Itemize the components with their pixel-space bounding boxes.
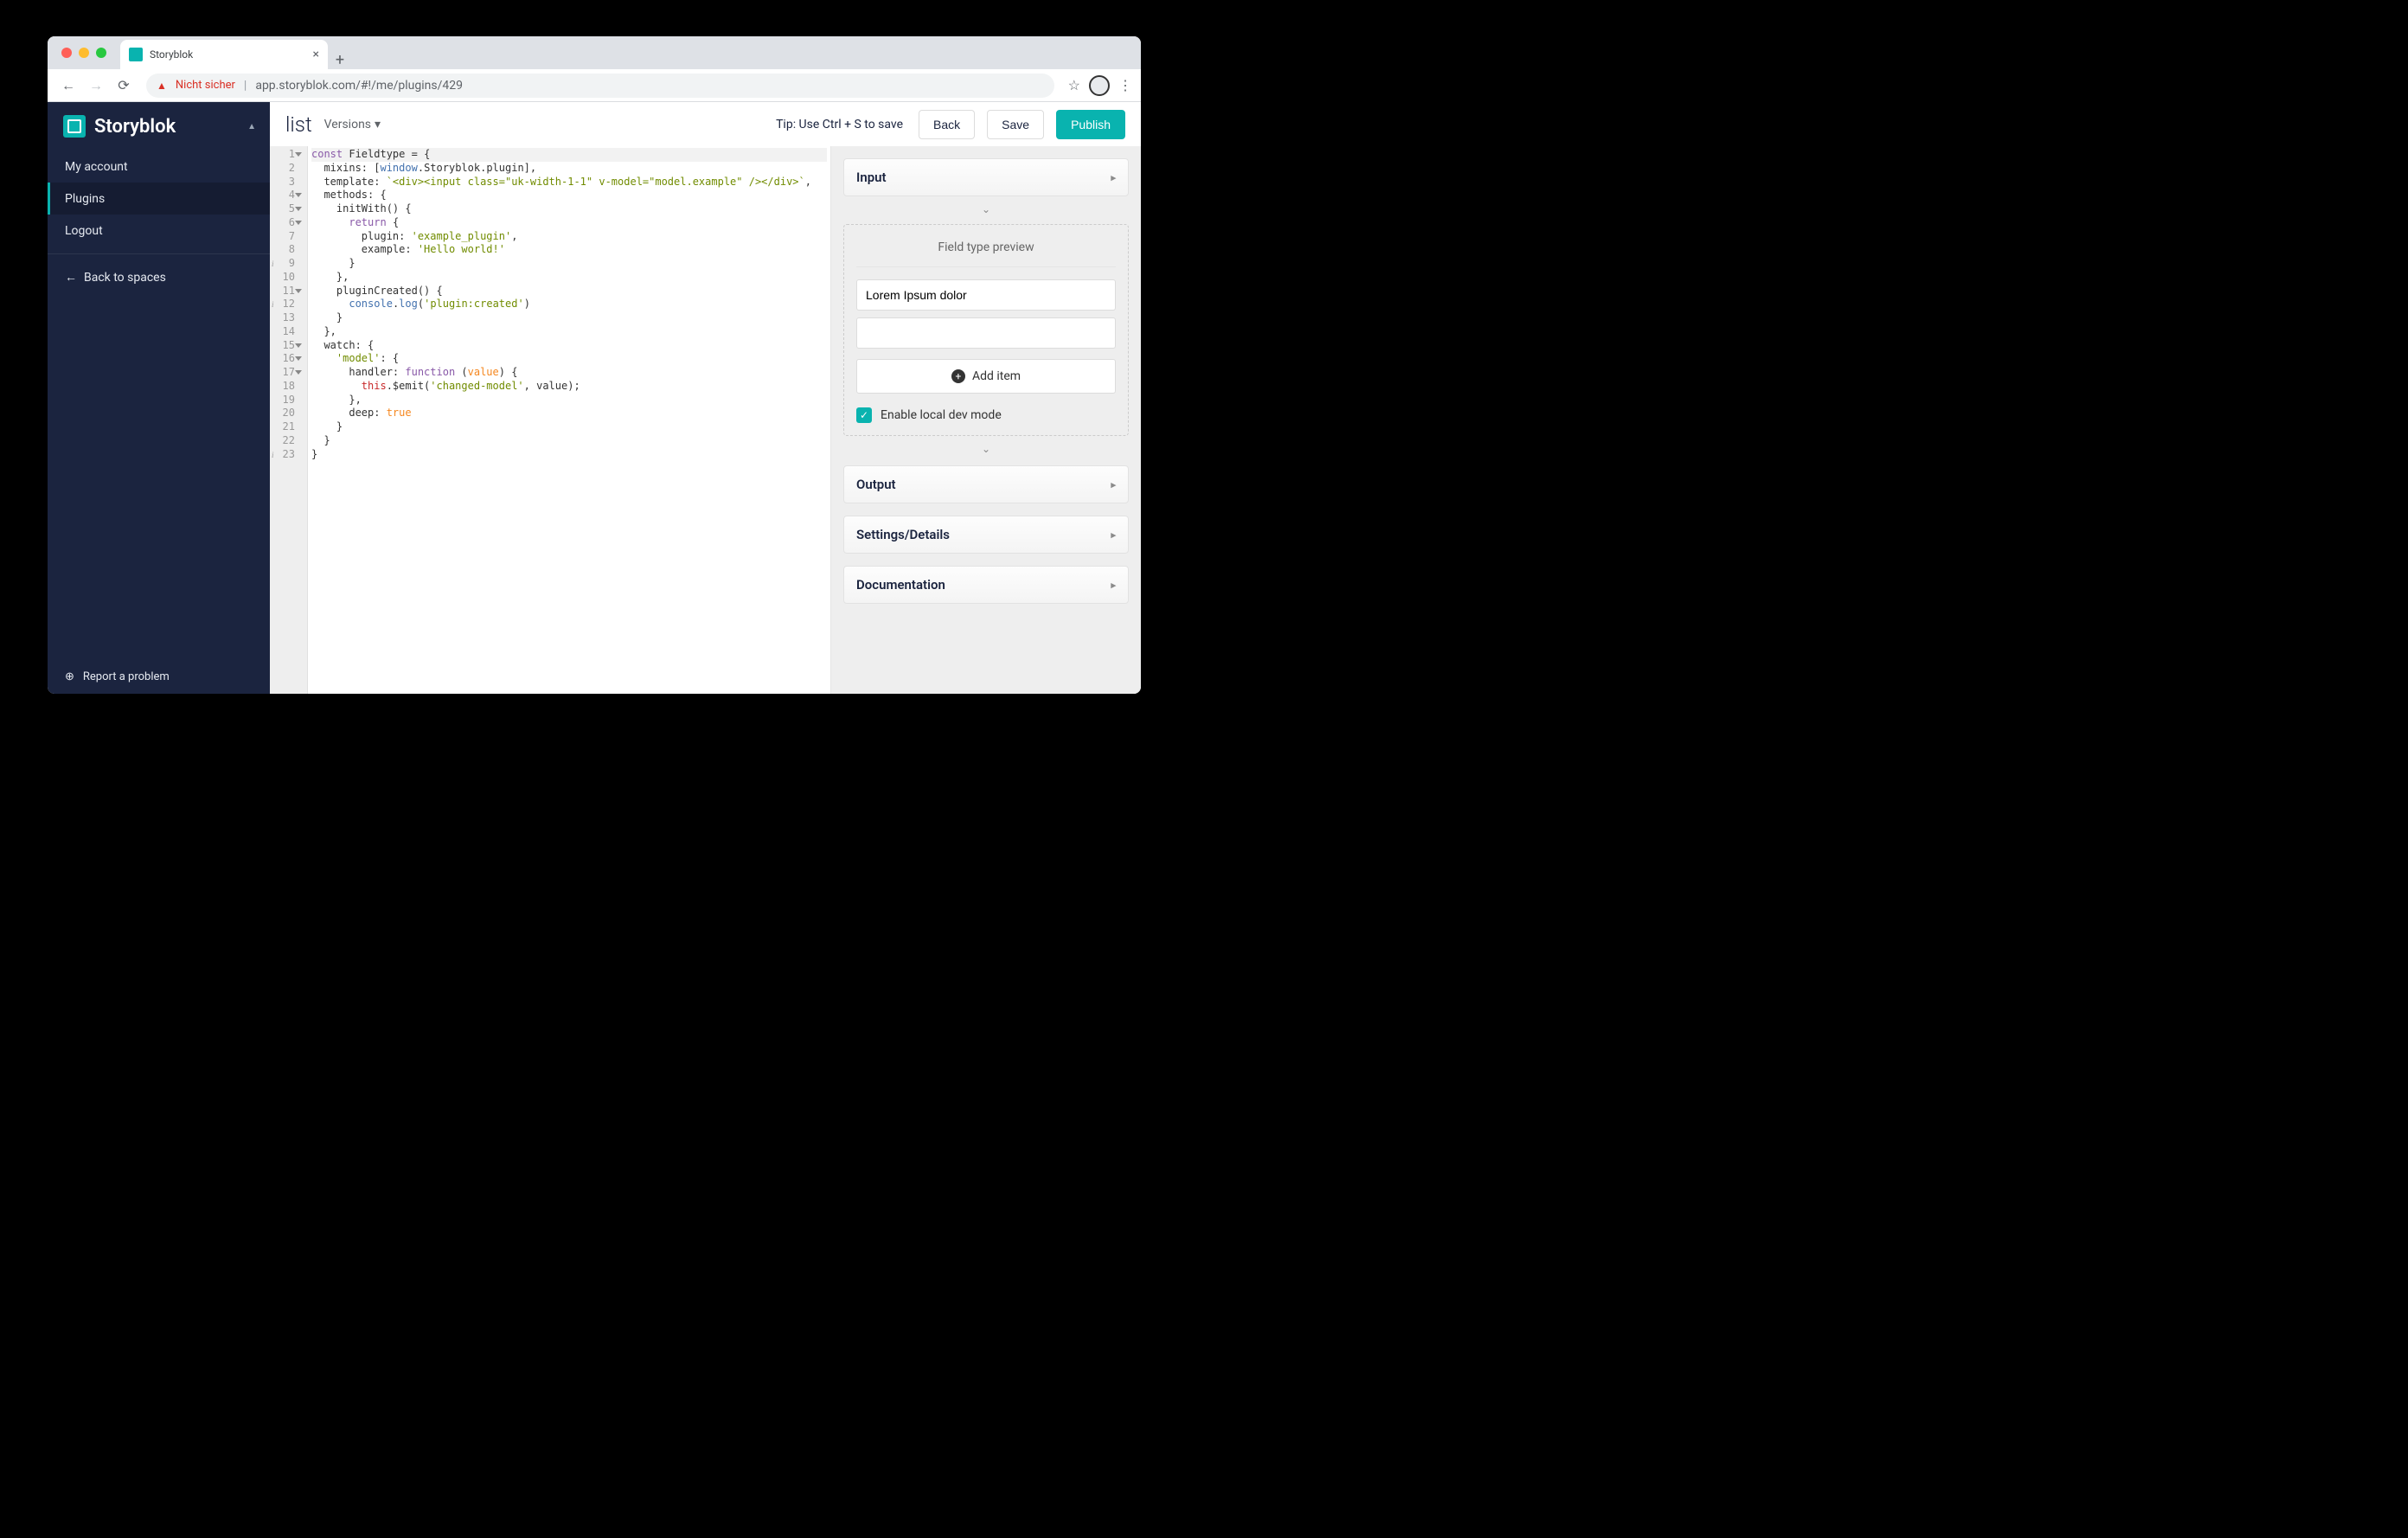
code-editor[interactable]: 123456789i101112i1314151617181920212223i…	[270, 146, 831, 694]
close-window-button[interactable]	[61, 48, 72, 58]
preview-title: Field type preview	[856, 240, 1116, 254]
collapse-preview-toggle[interactable]: ⌄	[843, 203, 1129, 215]
save-button[interactable]: Save	[987, 110, 1044, 139]
insecure-label: Nicht sicher	[176, 79, 235, 92]
bookmark-icon[interactable]: ☆	[1068, 77, 1080, 93]
globe-icon: ⊕	[65, 670, 74, 683]
back-label: Back to spaces	[84, 271, 166, 285]
new-tab-button[interactable]: +	[328, 51, 352, 69]
minimize-window-button[interactable]	[79, 48, 89, 58]
back-button[interactable]: ←	[56, 74, 80, 98]
sidebar-menu: My accountPluginsLogout	[48, 151, 270, 247]
sidebar: Storyblok ▲ My accountPluginsLogout ← Ba…	[48, 102, 270, 694]
docs-header-label: Documentation	[856, 577, 945, 593]
back-button[interactable]: Back	[919, 110, 975, 139]
tab-title: Storyblok	[150, 48, 193, 61]
preview-empty-input[interactable]	[856, 317, 1116, 349]
forward-button[interactable]: →	[84, 74, 108, 98]
output-accordion[interactable]: Output ▸	[843, 465, 1129, 503]
chevron-right-icon: ▸	[1111, 479, 1116, 490]
page-title: list	[285, 112, 312, 137]
sidebar-divider	[48, 253, 270, 254]
editor-code[interactable]: const Fieldtype = { mixins: [window.Stor…	[308, 146, 830, 694]
insecure-icon: ▲	[157, 80, 167, 92]
settings-accordion[interactable]: Settings/Details ▸	[843, 516, 1129, 554]
close-tab-button[interactable]: ×	[313, 48, 319, 61]
preview-divider	[856, 266, 1116, 267]
report-label: Report a problem	[83, 670, 170, 683]
browser-tab[interactable]: Storyblok ×	[120, 40, 328, 69]
versions-label: Versions	[324, 118, 371, 131]
kebab-menu-icon[interactable]: ⋮	[1118, 77, 1132, 93]
save-tip: Tip: Use Ctrl + S to save	[776, 118, 903, 131]
chevron-right-icon: ▸	[1111, 529, 1116, 541]
sidebar-item-plugins[interactable]: Plugins	[48, 183, 270, 215]
dev-mode-label: Enable local dev mode	[881, 408, 1002, 422]
brand-logo-icon	[63, 115, 86, 138]
chevron-right-icon: ▸	[1111, 172, 1116, 183]
reload-button[interactable]: ⟳	[112, 74, 136, 98]
topbar: list Versions ▾ Tip: Use Ctrl + S to sav…	[270, 102, 1141, 146]
collapse-lower-toggle[interactable]: ⌄	[843, 443, 1129, 455]
report-problem-link[interactable]: ⊕ Report a problem	[48, 659, 270, 694]
back-to-spaces-link[interactable]: ← Back to spaces	[48, 261, 270, 293]
collapse-sidebar-icon[interactable]: ▲	[247, 122, 256, 131]
dev-mode-checkbox[interactable]: ✓	[856, 407, 872, 423]
editor-gutter: 123456789i101112i1314151617181920212223i	[270, 146, 308, 694]
maximize-window-button[interactable]	[96, 48, 106, 58]
brand-logo[interactable]: Storyblok ▲	[48, 102, 270, 151]
output-header-label: Output	[856, 477, 896, 492]
arrow-left-icon: ←	[65, 270, 77, 285]
chevron-right-icon: ▸	[1111, 580, 1116, 591]
address-bar[interactable]: ▲ Nicht sicher | app.storyblok.com/#!/me…	[146, 74, 1054, 98]
add-item-button[interactable]: + Add item	[856, 359, 1116, 394]
sidebar-item-my-account[interactable]: My account	[48, 151, 270, 183]
field-type-preview: Field type preview + Add item ✓ Enable l…	[843, 224, 1129, 436]
settings-header-label: Settings/Details	[856, 527, 950, 542]
add-item-label: Add item	[972, 369, 1021, 383]
browser-toolbar: ← → ⟳ ▲ Nicht sicher | app.storyblok.com…	[48, 69, 1141, 102]
sidebar-item-logout[interactable]: Logout	[48, 215, 270, 247]
plus-circle-icon: +	[951, 369, 965, 383]
favicon-icon	[129, 48, 143, 61]
caret-down-icon: ▾	[375, 118, 381, 131]
input-accordion[interactable]: Input ▸	[843, 158, 1129, 196]
right-panel: Input ▸ ⌄ Field type preview + Add item	[831, 146, 1141, 694]
input-header-label: Input	[856, 170, 887, 185]
versions-dropdown[interactable]: Versions ▾	[324, 118, 381, 131]
documentation-accordion[interactable]: Documentation ▸	[843, 566, 1129, 604]
window-controls	[61, 48, 106, 58]
profile-avatar[interactable]	[1089, 75, 1110, 96]
browser-tab-strip: Storyblok × +	[48, 36, 1141, 69]
address-url: app.storyblok.com/#!/me/plugins/429	[255, 79, 463, 93]
preview-text-input[interactable]	[856, 279, 1116, 311]
brand-name: Storyblok	[94, 116, 176, 138]
address-separator: |	[244, 79, 247, 93]
publish-button[interactable]: Publish	[1056, 110, 1125, 139]
